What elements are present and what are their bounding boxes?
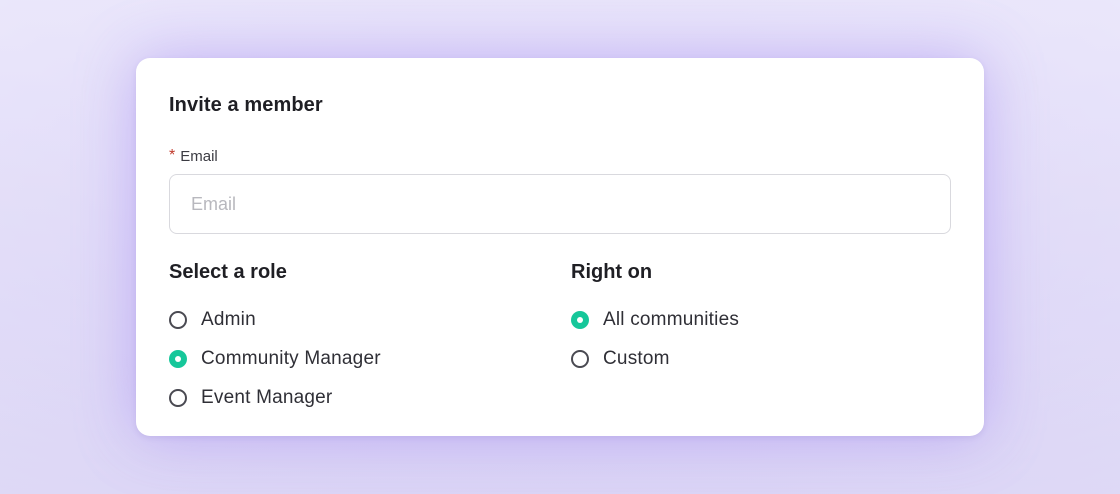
email-input[interactable] [169, 174, 951, 234]
radio-custom[interactable] [571, 349, 589, 368]
email-label-text: Email [180, 147, 218, 165]
rights-option-custom[interactable]: Custom [571, 339, 739, 378]
role-option-label: Community Manager [201, 347, 381, 369]
role-option-label: Event Manager [201, 386, 333, 408]
radio-community-manager[interactable] [169, 349, 187, 368]
invite-member-dialog: Invite a member * Email Select a role Ad… [136, 58, 984, 436]
rights-group: Right on All communities Custom [571, 260, 739, 378]
dialog-title: Invite a member [169, 94, 323, 116]
email-label: * Email [169, 147, 218, 165]
role-group: Select a role Admin Community Manager Ev… [169, 260, 381, 417]
rights-option-label: All communities [603, 308, 740, 330]
radio-admin[interactable] [169, 310, 187, 329]
role-group-title: Select a role [169, 261, 287, 283]
rights-group-title: Right on [571, 261, 653, 283]
rights-option-all-communities[interactable]: All communities [571, 300, 739, 339]
role-option-admin[interactable]: Admin [169, 300, 381, 339]
role-option-community-manager[interactable]: Community Manager [169, 339, 381, 378]
role-option-label: Admin [201, 308, 256, 330]
radio-all-communities[interactable] [571, 310, 589, 329]
role-option-event-manager[interactable]: Event Manager [169, 378, 381, 417]
radio-event-manager[interactable] [169, 388, 187, 407]
rights-option-label: Custom [603, 347, 670, 369]
required-marker: * [169, 147, 176, 164]
